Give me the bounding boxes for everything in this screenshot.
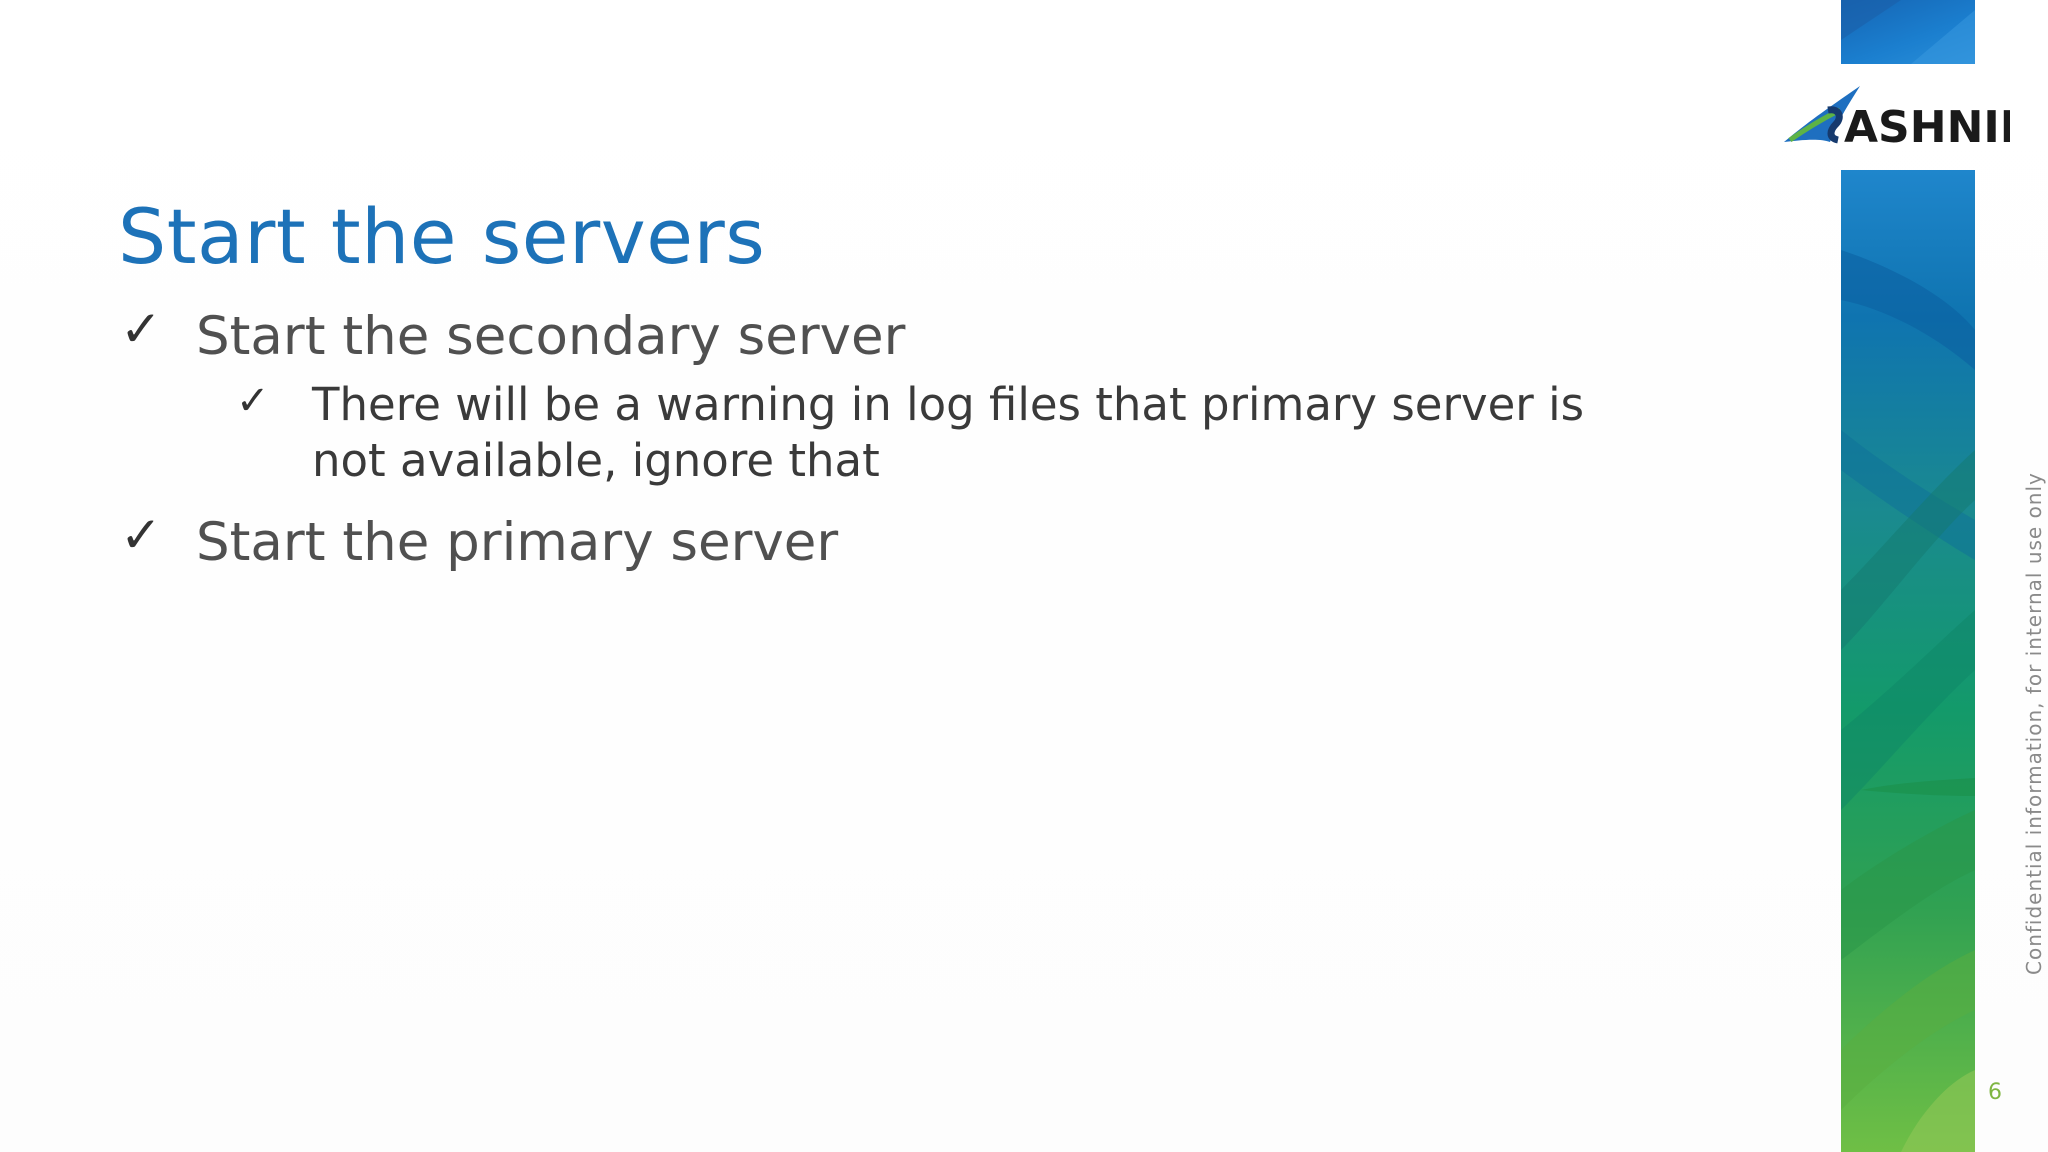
decorative-band-top	[1841, 0, 1975, 64]
page-number: 6	[1988, 1080, 2002, 1105]
confidential-note: Confidential information, for internal u…	[2022, 472, 2046, 975]
bullet-text: Start the secondary server	[196, 306, 906, 367]
bullet-item-primary-server: ✓ Start the primary server	[120, 506, 839, 578]
check-icon: ✓	[120, 506, 162, 564]
sub-bullet-item-warning: ✓ There will be a warning in log files t…	[236, 377, 1596, 489]
decorative-band	[1841, 170, 1975, 1152]
sub-bullet-text: There will be a warning in log files tha…	[312, 378, 1585, 487]
bullet-item-secondary-server: ✓ Start the secondary server	[120, 300, 906, 372]
slide: Start the servers ✓ Start the secondary …	[0, 0, 2048, 1152]
check-icon: ✓	[120, 300, 162, 358]
page-title: Start the servers	[118, 191, 766, 281]
logo-text: ASHNIK	[1844, 102, 2010, 152]
ashnik-logo: ASHNIK	[1780, 80, 2036, 153]
check-icon: ✓	[236, 378, 270, 424]
bullet-text: Start the primary server	[196, 512, 839, 573]
